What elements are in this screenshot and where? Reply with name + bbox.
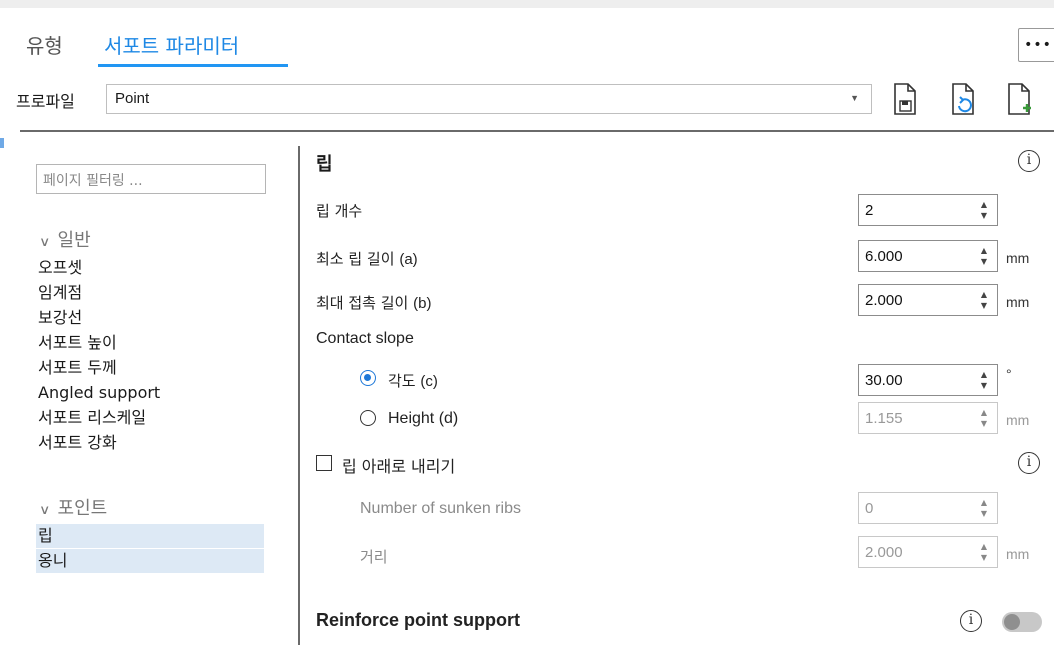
spin-arrows-icon[interactable]: ▲ ▼ [979, 407, 989, 429]
active-tab-indicator [98, 64, 288, 67]
sunken-ribs-value: 0 [865, 500, 874, 517]
nav-item-angled-support[interactable]: Angled support [38, 381, 160, 405]
nav-item-offset[interactable]: 오프셋 [38, 256, 82, 280]
unit-label: mm [1006, 412, 1030, 428]
group-label: 일반 [57, 230, 91, 251]
nav-item-support-strengthen[interactable]: 서포트 강화 [38, 431, 117, 455]
height-label: Height (d) [388, 410, 459, 427]
group-general-header[interactable]: ∨ 일반 [39, 226, 91, 252]
height-radio[interactable] [360, 410, 376, 426]
angle-radio[interactable] [360, 370, 376, 386]
file-add-icon[interactable] [1006, 82, 1032, 116]
chevron-down-icon: ∨ [39, 235, 51, 250]
chevron-down-icon: ∨ [39, 503, 51, 518]
rib-count-value: 2 [865, 202, 874, 219]
nav-item-reinforcement-line[interactable]: 보강선 [38, 306, 82, 330]
height-stepper[interactable]: 1.155 ▲ ▼ [858, 402, 998, 434]
lower-ribs-checkbox[interactable] [316, 455, 332, 471]
info-icon[interactable]: i [1018, 452, 1040, 474]
contact-slope-label: Contact slope [316, 330, 414, 347]
chevron-down-icon: ▼ [850, 93, 859, 103]
unit-label: mm [1006, 250, 1030, 266]
max-contact-length-stepper[interactable]: 2.000 ▲ ▼ [858, 284, 998, 316]
spin-arrows-icon[interactable]: ▲ ▼ [979, 199, 989, 221]
info-icon[interactable]: i [1018, 150, 1040, 172]
nav-item-ongni[interactable]: 옹니 [36, 549, 264, 573]
height-value: 1.155 [865, 410, 903, 427]
profile-label: 프로파일 [16, 92, 75, 111]
spin-arrows-icon[interactable]: ▲ ▼ [979, 245, 989, 267]
lower-ribs-label: 립 아래로 내리기 [342, 457, 456, 476]
more-options-button[interactable]: ••• [1018, 28, 1054, 62]
sunken-ribs-stepper[interactable]: 0 ▲ ▼ [858, 492, 998, 524]
panel-divider [298, 146, 300, 645]
angle-value: 30.00 [865, 372, 903, 389]
rib-count-label: 립 개수 [316, 202, 363, 220]
reinforce-point-support-label: Reinforce point support [316, 610, 520, 630]
window-top-strip [0, 0, 1054, 8]
unit-label: mm [1006, 546, 1030, 562]
group-label: 포인트 [57, 498, 108, 519]
file-save-icon[interactable] [892, 82, 918, 116]
unit-label: mm [1006, 294, 1030, 310]
profile-select[interactable]: Point ▼ [106, 84, 872, 114]
page-filter-input[interactable]: 페이지 필터링 ... [36, 164, 266, 194]
tab-support-parameters[interactable]: 서포트 파라미터 [104, 30, 239, 59]
edge-marker [0, 138, 4, 148]
spin-arrows-icon[interactable]: ▲ ▼ [979, 289, 989, 311]
min-rib-length-label: 최소 립 길이 (a) [316, 250, 418, 268]
distance-value: 2.000 [865, 544, 903, 561]
file-refresh-icon[interactable] [950, 82, 976, 116]
spin-arrows-icon[interactable]: ▲ ▼ [979, 541, 989, 563]
spin-arrows-icon[interactable]: ▲ ▼ [979, 497, 989, 519]
header-divider [20, 130, 1054, 132]
group-point-header[interactable]: ∨ 포인트 [39, 494, 108, 520]
min-rib-length-stepper[interactable]: 6.000 ▲ ▼ [858, 240, 998, 272]
max-contact-length-value: 2.000 [865, 292, 903, 309]
sunken-ribs-label: Number of sunken ribs [360, 500, 521, 517]
nav-item-support-height[interactable]: 서포트 높이 [38, 331, 117, 355]
distance-stepper[interactable]: 2.000 ▲ ▼ [858, 536, 998, 568]
reinforce-toggle[interactable] [1002, 612, 1042, 632]
profile-value: Point [115, 90, 150, 107]
nav-item-support-rescale[interactable]: 서포트 리스케일 [38, 406, 146, 430]
nav-item-support-thickness[interactable]: 서포트 두께 [38, 356, 117, 380]
info-icon[interactable]: i [960, 610, 982, 632]
rib-count-stepper[interactable]: 2 ▲ ▼ [858, 194, 998, 226]
distance-label: 거리 [360, 548, 388, 566]
nav-item-threshold[interactable]: 임계점 [38, 281, 82, 305]
tab-type[interactable]: 유형 [26, 30, 63, 59]
unit-label: ° [1006, 366, 1012, 382]
angle-label: 각도 (c) [388, 372, 438, 390]
section-title: 립 [316, 154, 333, 175]
min-rib-length-value: 6.000 [865, 248, 903, 265]
nav-item-rib[interactable]: 립 [36, 524, 264, 548]
spin-arrows-icon[interactable]: ▲ ▼ [979, 369, 989, 391]
angle-stepper[interactable]: 30.00 ▲ ▼ [858, 364, 998, 396]
max-contact-length-label: 최대 접촉 길이 (b) [316, 294, 432, 312]
